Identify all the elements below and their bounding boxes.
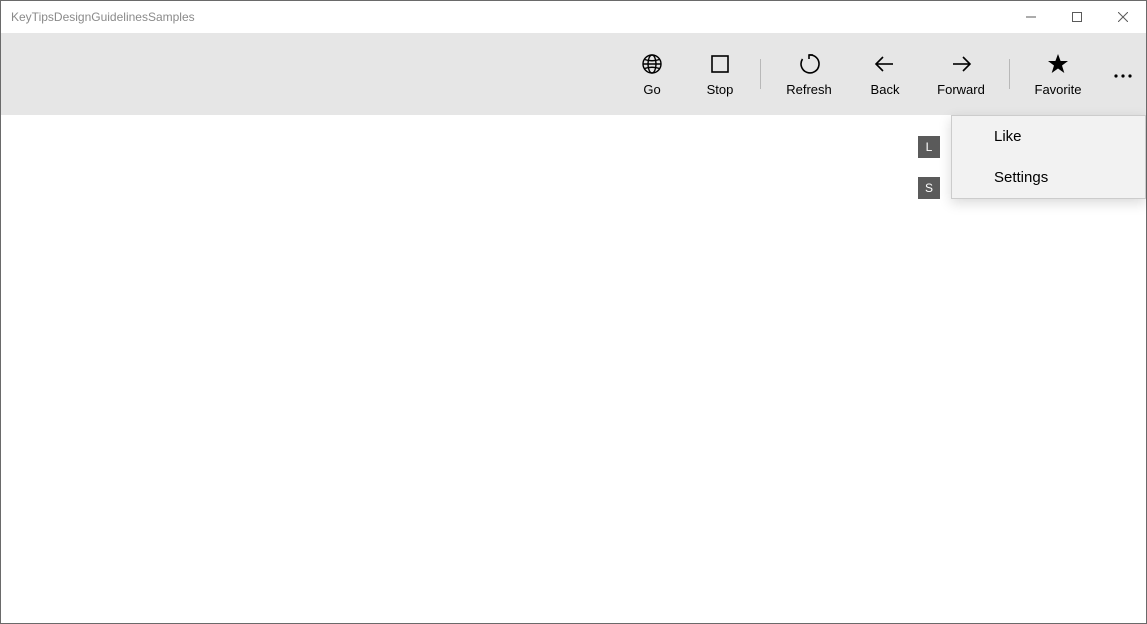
menu-item-like[interactable]: Like: [952, 116, 1145, 157]
more-icon: [1114, 65, 1132, 83]
stop-icon: [708, 52, 732, 76]
forward-button[interactable]: Forward: [919, 33, 1003, 115]
favorite-label: Favorite: [1035, 82, 1082, 97]
go-label: Go: [643, 82, 660, 97]
star-icon: [1046, 52, 1070, 76]
stop-label: Stop: [707, 82, 734, 97]
command-bar: Go Stop Refresh: [1, 33, 1146, 115]
window-frame: KeyTipsDesignGuidelinesSamples: [0, 0, 1147, 624]
refresh-label: Refresh: [786, 82, 832, 97]
arrow-left-icon: [873, 52, 897, 76]
more-button[interactable]: [1100, 33, 1146, 115]
maximize-button[interactable]: [1054, 1, 1100, 33]
menu-item-settings[interactable]: Settings: [952, 157, 1145, 198]
go-button[interactable]: Go: [618, 33, 686, 115]
back-button[interactable]: Back: [851, 33, 919, 115]
overflow-menu: Like Settings: [951, 115, 1146, 199]
refresh-icon: [797, 52, 821, 76]
favorite-button[interactable]: Favorite: [1016, 33, 1100, 115]
forward-label: Forward: [937, 82, 985, 97]
keytip-like: L: [918, 136, 940, 158]
keytip-settings: S: [918, 177, 940, 199]
titlebar-buttons: [1008, 1, 1146, 33]
globe-icon: [640, 52, 664, 76]
window-title: KeyTipsDesignGuidelinesSamples: [11, 10, 195, 24]
minimize-button[interactable]: [1008, 1, 1054, 33]
stop-button[interactable]: Stop: [686, 33, 754, 115]
titlebar: KeyTipsDesignGuidelinesSamples: [1, 1, 1146, 33]
separator: [760, 59, 761, 89]
separator: [1009, 59, 1010, 89]
back-label: Back: [871, 82, 900, 97]
arrow-right-icon: [949, 52, 973, 76]
close-button[interactable]: [1100, 1, 1146, 33]
menu-settings-label: Settings: [994, 169, 1048, 186]
menu-like-label: Like: [994, 128, 1022, 145]
refresh-button[interactable]: Refresh: [767, 33, 851, 115]
